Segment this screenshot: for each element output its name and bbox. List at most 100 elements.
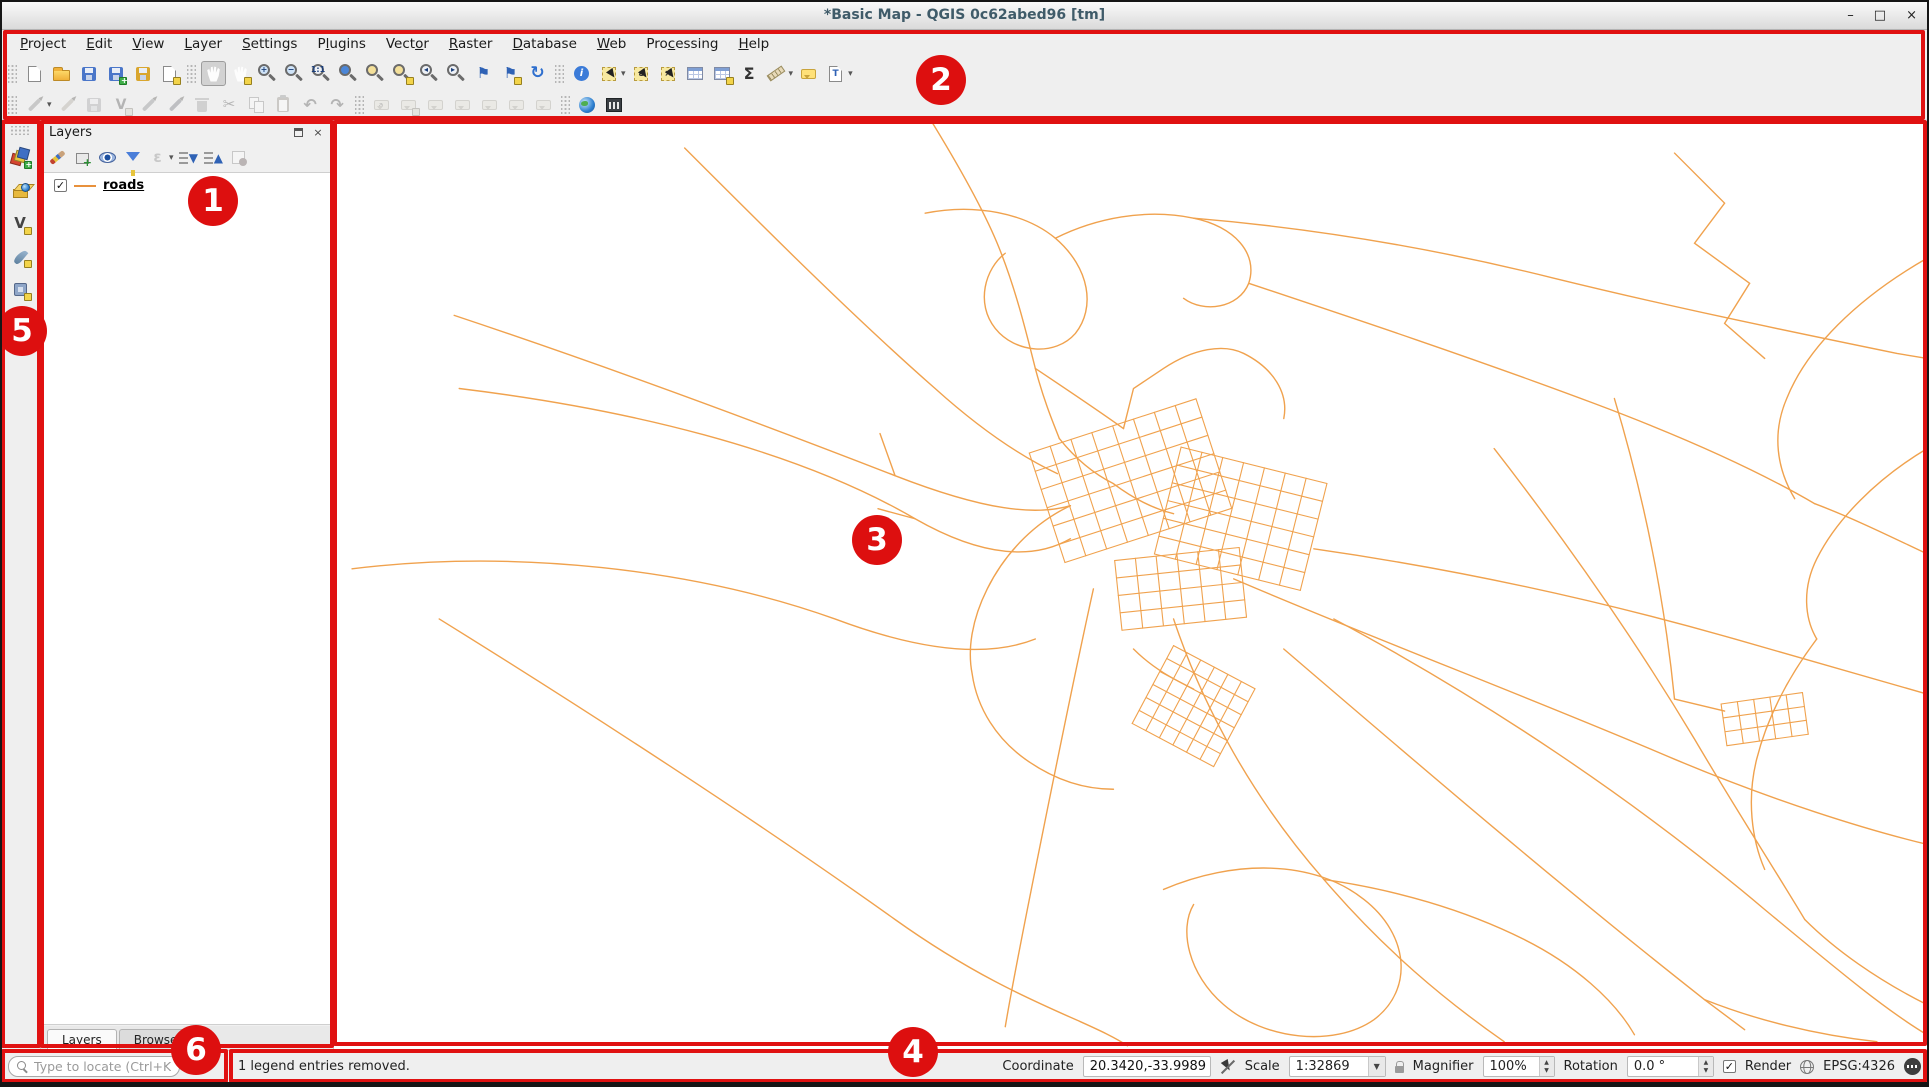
magnifier-value[interactable]: 100% [1484,1057,1539,1076]
menu-processing[interactable]: Processing [636,32,728,56]
crs-globe-icon[interactable] [1800,1060,1814,1074]
save-project-as-button[interactable] [103,61,128,86]
magnifier-spin-arrows[interactable]: ▲▼ [1539,1057,1554,1076]
open-data-source-manager-button[interactable] [8,145,33,170]
cut-features-button[interactable]: ✂ [217,92,242,117]
new-virtual-layer-button[interactable] [8,277,33,302]
layer-row-roads[interactable]: ✓ roads [44,173,330,196]
zoom-full-button[interactable] [336,61,361,86]
panel-close-icon[interactable]: × [311,125,325,139]
show-bookmarks-button[interactable]: ⚑ [498,61,523,86]
add-vector-layer-button[interactable]: V [8,211,33,236]
zoom-last-button[interactable]: ◂ [417,61,442,86]
coordinate-input[interactable]: 20.3420,-33.9989 [1083,1056,1211,1077]
zoom-to-selection-button[interactable] [363,61,388,86]
deselect-features-button[interactable]: × [656,61,681,86]
panel-tab-browser[interactable]: Browser [119,1029,198,1050]
delete-selected-button[interactable] [190,92,215,117]
expand-all-button[interactable]: ▼ [177,146,200,169]
measure-button-dropdown[interactable]: ▾ [789,69,794,79]
collapse-all-button[interactable]: ▲ [202,146,225,169]
refresh-map-button[interactable]: ↻ [525,61,550,86]
menu-vector[interactable]: Vector [376,32,439,56]
undo-button[interactable]: ↶ [298,92,323,117]
copy-features-button[interactable] [244,92,269,117]
add-feature-button[interactable]: V [109,92,134,117]
open-project-button[interactable] [49,61,74,86]
locator-search[interactable] [8,1056,180,1077]
scale-dropdown-icon[interactable]: ▼ [1368,1057,1385,1076]
scale-combobox[interactable]: 1:32869 ▼ [1289,1056,1386,1077]
layer-visibility-checkbox[interactable]: ✓ [54,179,67,192]
change-label-button[interactable] [531,92,556,117]
modify-attributes-button[interactable] [163,92,188,117]
map-canvas[interactable] [334,120,1929,1050]
render-checkbox[interactable]: ✓ [1723,1060,1736,1073]
open-layer-styling-button[interactable] [46,146,69,169]
new-shapefile-layer-button[interactable] [8,244,33,269]
text-annotation-button[interactable]: T [823,61,848,86]
menu-settings[interactable]: Settings [232,32,307,56]
messages-icon[interactable] [1904,1058,1921,1075]
move-label-button[interactable] [477,92,502,117]
menu-help[interactable]: Help [728,32,779,56]
close-button[interactable]: × [1906,9,1917,22]
statistical-summary-button[interactable]: Σ [737,61,762,86]
paste-features-button[interactable] [271,92,296,117]
pan-map-button[interactable] [201,61,226,86]
panel-float-icon[interactable] [291,125,305,139]
new-print-layout-button[interactable] [157,61,182,86]
add-wms-layer-button[interactable] [8,178,33,203]
menu-raster[interactable]: Raster [439,32,503,56]
metasearch-button[interactable] [575,92,600,117]
new-project-button[interactable] [22,61,47,86]
pan-to-selection-button[interactable] [228,61,253,86]
zoom-to-layer-button[interactable] [390,61,415,86]
pin-labels-button[interactable] [423,92,448,117]
redo-button[interactable]: ↷ [325,92,350,117]
save-as-template-button[interactable] [130,61,155,86]
filter-by-expression-button-dropdown[interactable]: ▾ [169,153,174,163]
vertex-tool-button[interactable] [136,92,161,117]
select-by-expression-button[interactable]: ε [629,61,654,86]
current-edits-button[interactable] [22,92,47,117]
magnifier-spinner[interactable]: 100% ▲▼ [1483,1056,1555,1077]
layer-labeling-button[interactable]: a [369,92,394,117]
maximize-button[interactable]: □ [1874,9,1886,22]
rotate-label-button[interactable] [504,92,529,117]
toggle-extents-icon[interactable] [1220,1059,1236,1075]
layer-diagram-button[interactable] [396,92,421,117]
menu-layer[interactable]: Layer [174,32,232,56]
menu-project[interactable]: Project [10,32,76,56]
zoom-next-button[interactable]: ▸ [444,61,469,86]
field-calculator-button[interactable] [710,61,735,86]
locator-input[interactable] [34,1059,171,1074]
toggle-editing-button[interactable] [55,92,80,117]
add-group-button[interactable] [71,146,94,169]
menu-database[interactable]: Database [502,32,586,56]
rotation-value[interactable]: 0.0 ° [1628,1057,1698,1076]
statistics-panel-button[interactable] [602,92,627,117]
map-tips-button[interactable] [796,61,821,86]
new-bookmark-button[interactable]: ⚑ [471,61,496,86]
current-edits-button-dropdown[interactable]: ▾ [47,100,52,110]
identify-features-button[interactable]: i [569,61,594,86]
rotation-spin-arrows[interactable]: ▲▼ [1698,1057,1713,1076]
manage-map-themes-button[interactable] [96,146,119,169]
zoom-in-button[interactable]: + [255,61,280,86]
remove-layer-button[interactable] [227,146,250,169]
menu-plugins[interactable]: Plugins [307,32,375,56]
zoom-out-button[interactable]: − [282,61,307,86]
highlight-labels-button[interactable] [450,92,475,117]
save-project-button[interactable] [76,61,101,86]
save-layer-edits-button[interactable] [82,92,107,117]
rotation-spinner[interactable]: 0.0 ° ▲▼ [1627,1056,1714,1077]
text-annotation-button-dropdown[interactable]: ▾ [848,69,853,79]
lock-scale-icon[interactable] [1395,1066,1404,1073]
zoom-native-button[interactable]: 1:1 [309,61,334,86]
scale-value[interactable]: 1:32869 [1290,1057,1368,1076]
minimize-button[interactable]: – [1847,9,1854,22]
select-features-button-dropdown[interactable]: ▾ [621,69,626,79]
open-attribute-table-button[interactable] [683,61,708,86]
filter-legend-button[interactable] [121,146,144,169]
